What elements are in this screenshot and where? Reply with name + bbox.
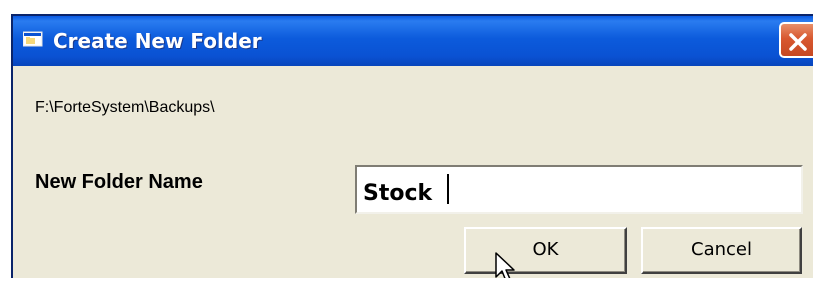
folder-name-input[interactable] — [355, 165, 803, 214]
new-folder-name-label: New Folder Name — [35, 171, 203, 193]
create-folder-dialog: Create New Folder F:\ForteSystem\Backups… — [11, 14, 813, 278]
ok-button[interactable]: OK — [464, 227, 627, 274]
close-button[interactable] — [779, 22, 813, 58]
mouse-pointer-icon — [495, 252, 515, 278]
text-caret — [447, 174, 449, 204]
cancel-button[interactable]: Cancel — [641, 227, 802, 274]
current-path-label: F:\ForteSystem\Backups\ — [35, 99, 215, 116]
folder-window-icon — [22, 31, 43, 47]
window-title: Create New Folder — [53, 29, 262, 53]
title-bar[interactable]: Create New Folder — [13, 16, 813, 66]
close-icon — [789, 33, 807, 51]
